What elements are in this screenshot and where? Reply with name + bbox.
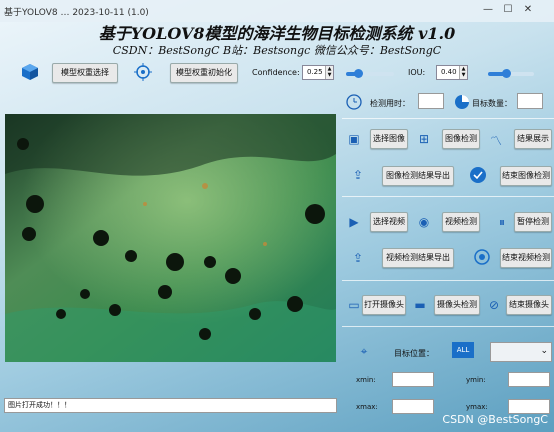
line-chart-icon: 〽 [489, 134, 502, 148]
select-image-button[interactable]: 选择图像 [370, 129, 408, 149]
image-icon: ▣ [348, 132, 360, 146]
underwater-image [5, 114, 336, 362]
show-results-button[interactable]: 结果展示 [514, 129, 552, 149]
pause-detect-button[interactable]: 暂停检测 [514, 212, 552, 232]
xmax-label: xmax: [356, 403, 378, 411]
maximize-button[interactable]: ☐ [500, 3, 516, 17]
detect-time-field [418, 93, 444, 109]
iou-value: 0.40 [441, 68, 457, 76]
detect-time-label: 检测用时： [370, 99, 410, 108]
close-camera-button[interactable]: 结束摄像头 [506, 295, 552, 315]
all-badge: ALL [452, 342, 474, 358]
watermark: CSDN @BestSongC [442, 413, 548, 426]
xmin-field [392, 372, 434, 387]
ymin-field [508, 372, 550, 387]
iou-label: IOU: [408, 68, 426, 77]
detect-image-button[interactable]: 图像检测 [442, 129, 480, 149]
ymin-label: ymin: [466, 376, 486, 384]
target-icon [134, 63, 152, 81]
camera-detect-button[interactable]: 摄像头检测 [434, 295, 480, 315]
confidence-spinbox[interactable]: 0.25 ▲ ▼ [302, 65, 334, 80]
iou-spinbox[interactable]: 0.40 ▲ ▼ [436, 65, 468, 80]
pie-chart-icon [454, 94, 470, 110]
confidence-slider-handle[interactable] [354, 69, 363, 78]
select-video-button[interactable]: 选择视频 [370, 212, 408, 232]
app-subtitle: CSDN：BestSongC B站：Bestsongc 微信公众号：BestSo… [112, 44, 442, 57]
camera-off-icon: ⊘ [488, 298, 500, 312]
window-title: 基于YOLOV8 … 2023-10-11 (1.0) [4, 8, 149, 18]
status-message: 图片打开成功！！！ [4, 398, 337, 413]
cube-icon [20, 62, 40, 82]
spin-arrows-icon[interactable]: ▲ ▼ [459, 66, 467, 79]
clock-icon [346, 94, 362, 110]
init-weights-button[interactable]: 模型权重初始化 [170, 63, 238, 83]
check-circle-icon [470, 167, 486, 183]
close-button[interactable]: ✕ [520, 3, 536, 17]
end-image-detect-button[interactable]: 结束图像检测 [500, 166, 552, 186]
detect-video-button[interactable]: 视频检测 [442, 212, 480, 232]
target-count-field [517, 93, 543, 109]
select-weights-button[interactable]: 模型权重选择 [52, 63, 118, 83]
window-title-bar: 基于YOLOV8 … 2023-10-11 (1.0) — ☐ ✕ [0, 0, 554, 22]
webcam-icon: ◉ [418, 215, 430, 229]
xmin-label: xmin: [356, 376, 376, 384]
stop-circle-icon [474, 249, 490, 265]
export-image-results-button[interactable]: 图像检测结果导出 [382, 166, 454, 186]
divider [342, 196, 554, 197]
pause-icon: ⏸ [498, 215, 505, 229]
iou-slider[interactable] [488, 69, 534, 78]
location-pin-icon: ⌖ [360, 344, 368, 358]
confidence-value: 0.25 [307, 68, 323, 76]
video-icon: ▶ [349, 215, 359, 229]
target-select-dropdown[interactable]: ⌄ [490, 342, 552, 362]
camera-icon: ▭ [348, 298, 360, 312]
app-title: 基于YOLOV8模型的海洋生物目标检测系统 v1.0 [98, 24, 456, 43]
iou-slider-handle[interactable] [502, 69, 512, 78]
target-position-label: 目标位置： [394, 349, 434, 358]
chevron-down-icon: ⌄ [540, 346, 548, 356]
image-display [5, 114, 336, 362]
minimize-button[interactable]: — [480, 3, 496, 17]
ymax-label: ymax: [466, 403, 488, 411]
confidence-slider[interactable] [346, 69, 394, 78]
xmax-field [392, 399, 434, 414]
divider [342, 326, 554, 327]
export-video-results-button[interactable]: 视频检测结果导出 [382, 248, 454, 268]
target-count-label: 目标数量： [472, 99, 512, 108]
open-camera-button[interactable]: 打开摄像头 [362, 295, 406, 315]
upload-icon: ⇪ [352, 168, 364, 182]
camera-detect-icon: ▬ [414, 298, 426, 312]
ymax-field [508, 399, 550, 414]
end-video-detect-button[interactable]: 结束视频检测 [500, 248, 552, 268]
divider [342, 118, 554, 119]
image-detect-icon: ⊞ [418, 132, 430, 146]
confidence-label: Confidence: [252, 68, 300, 77]
divider [342, 280, 554, 281]
upload-icon: ⇪ [352, 251, 364, 265]
spin-arrows-icon[interactable]: ▲ ▼ [325, 66, 333, 79]
